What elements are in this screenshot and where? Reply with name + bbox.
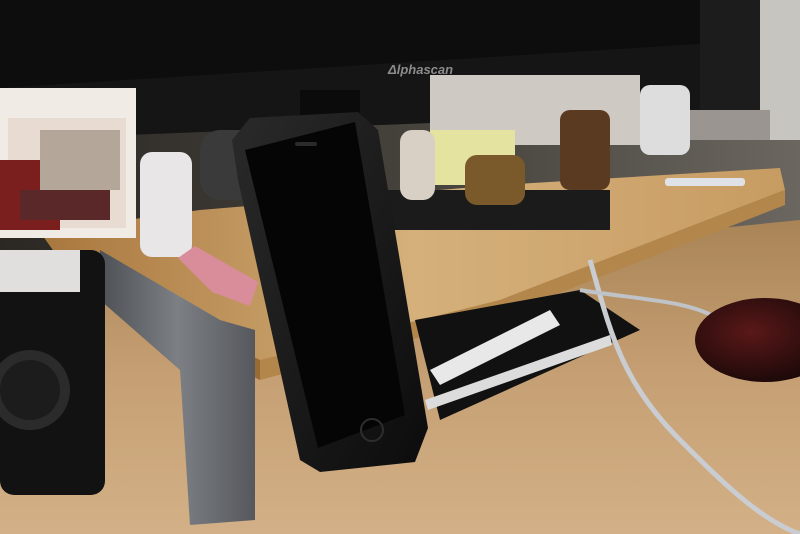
back-device (690, 110, 770, 140)
phone-speaker-slot (295, 142, 317, 146)
cat-figurine (400, 130, 435, 200)
brown-figurine (560, 110, 610, 190)
figurine-white (640, 85, 690, 155)
monitor-brand-logo: Δlphascan (387, 62, 453, 77)
photograph (0, 88, 136, 238)
white-cylinder (140, 152, 192, 257)
speaker (0, 250, 105, 495)
usb-stick (665, 178, 745, 186)
monitor-stand-right (700, 0, 760, 110)
photo-canvas: Δlphascan (0, 0, 800, 534)
desk-photo: Δlphascan (0, 0, 800, 534)
gold-figurines (465, 155, 525, 205)
